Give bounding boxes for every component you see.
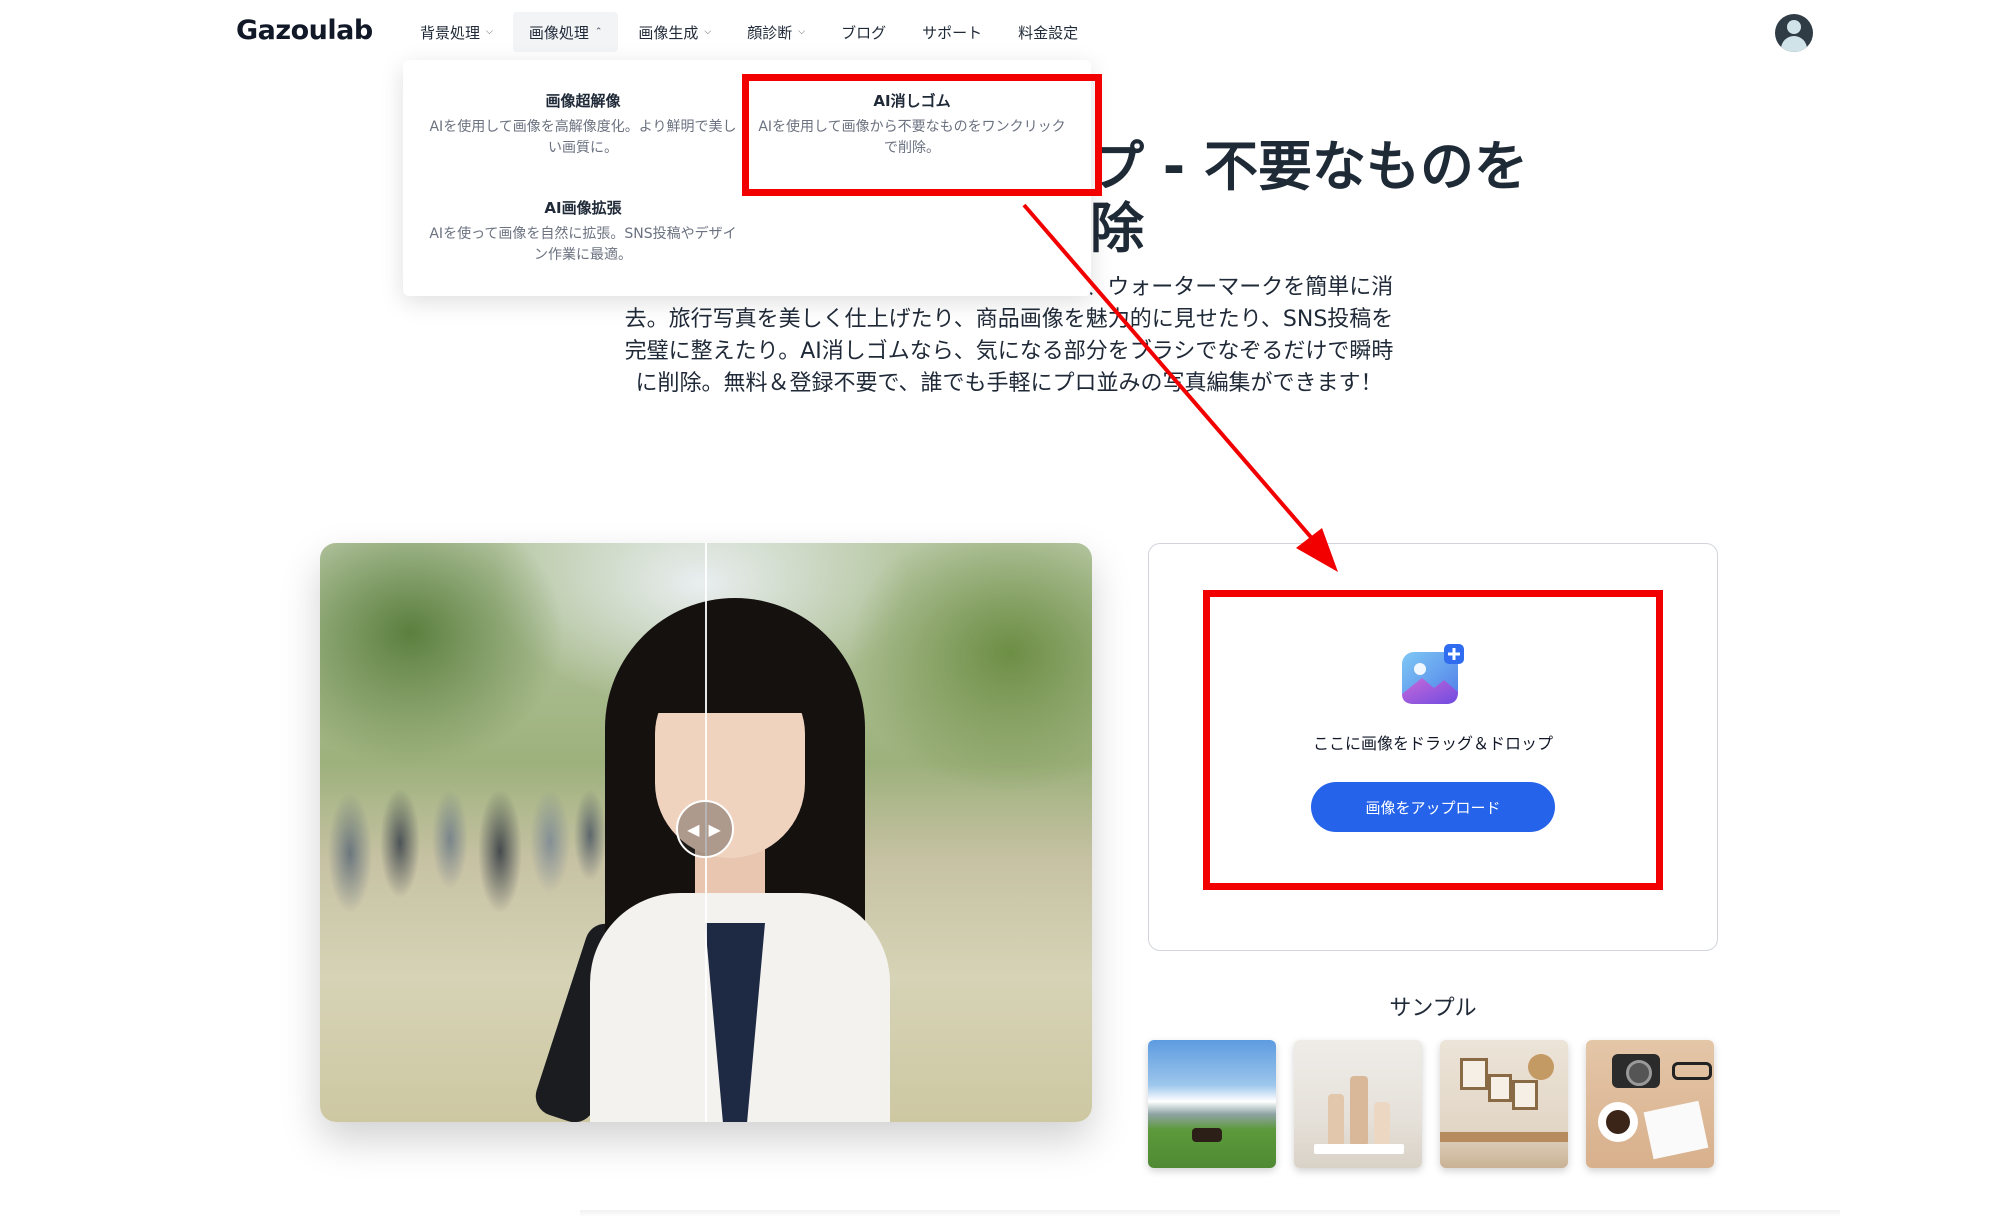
samples-heading: サンプル <box>1389 996 1477 1021</box>
nav-item-label: ブログ <box>841 23 887 42</box>
lens-shape <box>1626 1060 1652 1086</box>
frame-shape <box>1512 1080 1538 1110</box>
nav-item-face-diagnosis[interactable]: 顔診断 ⌵ <box>731 12 821 52</box>
nav-item-support[interactable]: サポート <box>906 12 998 52</box>
user-avatar-icon[interactable] <box>1775 14 1813 52</box>
compare-slider-handle[interactable]: ◀ ▶ <box>676 800 734 858</box>
menu-item-title: AI画像拡張 <box>544 199 622 217</box>
nav-item-image-generation[interactable]: 画像生成 ⌵ <box>622 12 727 52</box>
bottle-shape <box>1374 1102 1390 1146</box>
nav-item-label: 画像生成 <box>638 23 699 42</box>
left-right-arrows-icon: ◀ ▶ <box>687 819 723 839</box>
notebook-shape <box>1643 1100 1709 1160</box>
menu-item-image-expansion[interactable]: AI画像拡張 AIを使って画像を自然に拡張。SNS投稿やデザイン作業に最適。 <box>428 197 738 266</box>
frame-shape <box>1460 1058 1488 1090</box>
page-title-line1: プ - 不要なものを <box>1090 135 1529 198</box>
nav-item-label: 背景処理 <box>420 23 481 42</box>
basket-shape <box>1528 1054 1554 1080</box>
page-title: プ - 不要なものを 除 <box>1090 136 1528 260</box>
nav-item-image-processing[interactable]: 画像処理 ⌃ <box>512 12 619 52</box>
bottle-shape <box>1350 1076 1368 1146</box>
chevron-up-icon: ⌃ <box>594 27 603 37</box>
sample-thumbnail-interior[interactable] <box>1440 1040 1568 1168</box>
site-header: Gazoulab 背景処理 ⌵ 画像処理 ⌃ 画像生成 ⌵ 顔診断 ⌵ ブログ … <box>0 0 1999 64</box>
avatar-head <box>1787 20 1801 34</box>
avatar-body <box>1781 36 1807 52</box>
shelf-shape <box>1440 1132 1568 1142</box>
annotation-highlight-eraser <box>742 74 1102 196</box>
chevron-down-icon: ⌵ <box>486 27 493 37</box>
glasses-shape <box>1672 1062 1712 1080</box>
page-title-line2: 除 <box>1090 197 1144 260</box>
chevron-down-icon: ⌵ <box>798 27 806 37</box>
nav-item-label: 料金設定 <box>1018 23 1079 42</box>
nav-item-blog[interactable]: ブログ <box>825 12 902 52</box>
nav-item-pricing[interactable]: 料金設定 <box>1002 12 1094 52</box>
coffee-shape <box>1606 1110 1630 1134</box>
shelf-shape <box>1314 1144 1404 1154</box>
nav-item-background[interactable]: 背景処理 ⌵ <box>404 12 509 52</box>
annotation-highlight-upload <box>1203 590 1663 890</box>
menu-item-super-resolution[interactable]: 画像超解像 AIを使用して画像を高解像度化。より鮮明で美しい画質に。 <box>428 90 738 159</box>
bottle-shape <box>1328 1094 1344 1146</box>
section-divider <box>580 1210 1840 1217</box>
site-logo[interactable]: Gazoulab <box>236 15 373 46</box>
nav-item-label: 画像処理 <box>528 23 589 42</box>
nav-item-label: サポート <box>922 23 983 42</box>
main-nav: 背景処理 ⌵ 画像処理 ⌃ 画像生成 ⌵ 顔診断 ⌵ ブログ サポート 料金設定 <box>404 0 1098 64</box>
menu-item-desc: AIを使用して画像を高解像度化。より鮮明で美しい画質に。 <box>429 119 737 156</box>
crowd-area <box>320 743 620 923</box>
horse-shape <box>1192 1128 1222 1142</box>
chevron-down-icon: ⌵ <box>704 27 712 37</box>
frame-shape <box>1488 1074 1512 1102</box>
menu-item-desc: AIを使って画像を自然に拡張。SNS投稿やデザイン作業に最適。 <box>429 226 737 263</box>
sample-thumbnail-desk[interactable] <box>1586 1040 1714 1168</box>
before-after-image[interactable]: ◀ ▶ <box>320 543 1092 1122</box>
menu-item-title: 画像超解像 <box>545 92 621 110</box>
sample-thumbnail-mountains[interactable] <box>1148 1040 1276 1168</box>
nav-item-label: 顔診断 <box>747 23 793 42</box>
sample-thumbnail-cosmetics[interactable] <box>1294 1040 1422 1168</box>
